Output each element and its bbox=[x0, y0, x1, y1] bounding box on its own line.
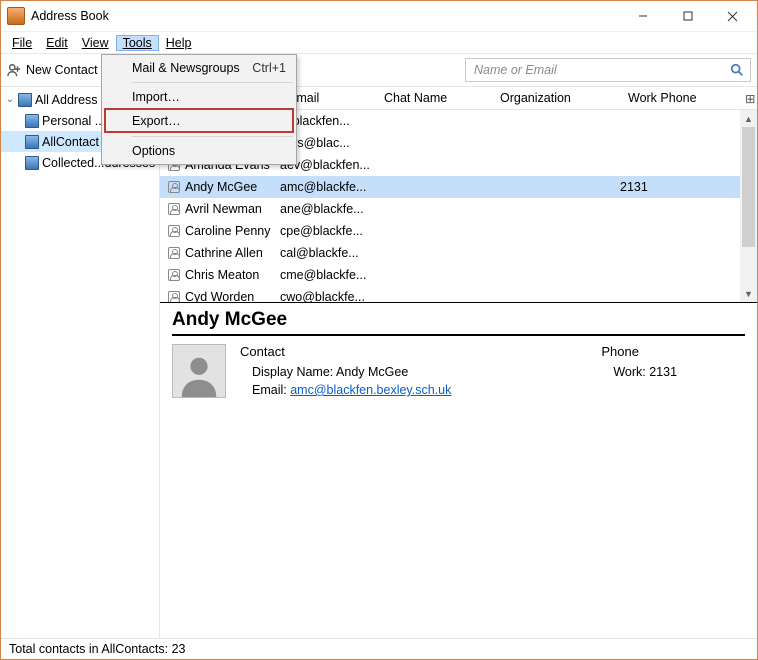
contact-heading: Contact bbox=[240, 344, 451, 359]
window-controls bbox=[620, 2, 755, 31]
tree-label: All Address B bbox=[35, 93, 109, 107]
col-org[interactable]: Organization bbox=[492, 91, 620, 105]
person-icon bbox=[168, 181, 180, 193]
col-phone[interactable]: Work Phone bbox=[620, 91, 737, 105]
menu-import[interactable]: Import… bbox=[104, 86, 294, 108]
minimize-button[interactable] bbox=[620, 2, 665, 31]
divider bbox=[172, 334, 745, 336]
menu-tools[interactable]: Tools bbox=[116, 35, 159, 51]
phone-info: Phone Work: 2131 bbox=[601, 344, 677, 399]
main-panel: Name Email Chat Name Organization Work P… bbox=[160, 87, 757, 638]
menubar: File Edit View Tools Help bbox=[1, 32, 757, 54]
person-icon bbox=[168, 269, 180, 281]
scroll-thumb[interactable] bbox=[742, 127, 755, 247]
cell-name: Avril Newman bbox=[185, 202, 262, 216]
scroll-up-icon[interactable]: ▲ bbox=[740, 110, 757, 127]
cell-name: Chris Meaton bbox=[185, 268, 259, 282]
menu-separator bbox=[132, 136, 293, 137]
person-icon bbox=[168, 203, 180, 215]
menu-help[interactable]: Help bbox=[159, 35, 199, 51]
menu-options[interactable]: Options bbox=[104, 140, 294, 162]
add-contact-icon bbox=[7, 63, 21, 77]
cell-name: Cathrine Allen bbox=[185, 246, 263, 260]
expand-icon[interactable]: ⌄ bbox=[5, 94, 15, 105]
menu-view[interactable]: View bbox=[75, 35, 116, 51]
table-row[interactable]: Chris Meaton cme@blackfe... bbox=[160, 264, 757, 286]
status-text: Total contacts in AllContacts: 23 bbox=[9, 642, 185, 656]
cell-name: Cyd Worden bbox=[185, 290, 254, 303]
book-icon bbox=[18, 93, 32, 107]
app-window: Address Book File Edit View Tools Help M… bbox=[0, 0, 758, 660]
scroll-down-icon[interactable]: ▼ bbox=[740, 285, 757, 302]
sidebar: ⌄ All Address B Personal ... AllContact … bbox=[1, 87, 160, 638]
table-row[interactable]: Andy McGee amc@blackfe... 2131 bbox=[160, 176, 757, 198]
book-icon bbox=[25, 114, 39, 128]
cell-email: cal@blackfe... bbox=[280, 246, 376, 260]
cell-name: Caroline Penny bbox=[185, 224, 270, 238]
close-button[interactable] bbox=[710, 2, 755, 31]
cell-email: amc@blackfe... bbox=[280, 180, 376, 194]
menu-export[interactable]: Export… bbox=[104, 108, 294, 133]
table-row[interactable]: Avril Newman ane@blackfe... bbox=[160, 198, 757, 220]
avatar bbox=[172, 344, 226, 398]
detail-title: Andy McGee bbox=[172, 309, 745, 331]
contact-info: Contact Display Name: Andy McGee Email: … bbox=[240, 344, 451, 399]
window-title: Address Book bbox=[31, 9, 109, 23]
cell-email: cpe@blackfe... bbox=[280, 224, 376, 238]
menu-mail-newsgroups[interactable]: Mail & NewsgroupsCtrl+1 bbox=[104, 57, 294, 79]
new-contact-button[interactable]: New Contact bbox=[7, 63, 98, 77]
email-line: Email: amc@blackfen.bexley.sch.uk bbox=[240, 381, 451, 399]
col-chat[interactable]: Chat Name bbox=[376, 91, 492, 105]
cell-email: cwo@blackfe... bbox=[280, 290, 376, 303]
table-row[interactable]: Cathrine Allen cal@blackfe... bbox=[160, 242, 757, 264]
person-icon bbox=[168, 291, 180, 303]
menu-separator bbox=[132, 82, 293, 83]
cell-email: cme@blackfe... bbox=[280, 268, 376, 282]
avatar-silhouette-icon bbox=[176, 351, 222, 397]
menu-file[interactable]: File bbox=[5, 35, 39, 51]
main-body: ⌄ All Address B Personal ... AllContact … bbox=[1, 87, 757, 638]
tools-dropdown: Mail & NewsgroupsCtrl+1 Import… Export… … bbox=[101, 54, 297, 165]
display-name: Display Name: Andy McGee bbox=[240, 363, 451, 381]
person-icon bbox=[168, 247, 180, 259]
table-row[interactable]: Caroline Penny cpe@blackfe... bbox=[160, 220, 757, 242]
column-picker-icon[interactable]: ⊞ bbox=[737, 91, 757, 106]
person-icon bbox=[168, 225, 180, 237]
phone-heading: Phone bbox=[601, 344, 677, 359]
cell-email: ane@blackfe... bbox=[280, 202, 376, 216]
tree-label: Personal ... bbox=[42, 114, 105, 128]
book-icon bbox=[25, 156, 39, 170]
detail-pane: Andy McGee Contact Display Name: Andy Mc… bbox=[160, 303, 757, 638]
titlebar: Address Book bbox=[1, 1, 757, 32]
work-phone: Work: 2131 bbox=[601, 363, 677, 381]
cell-phone: 2131 bbox=[620, 180, 757, 194]
scrollbar[interactable]: ▲ ▼ bbox=[740, 110, 757, 302]
search-input[interactable] bbox=[472, 62, 730, 78]
table-row[interactable]: Cyd Worden cwo@blackfe... bbox=[160, 286, 757, 303]
maximize-button[interactable] bbox=[665, 2, 710, 31]
menu-edit[interactable]: Edit bbox=[39, 35, 75, 51]
search-icon bbox=[730, 63, 744, 77]
app-icon bbox=[7, 7, 25, 25]
cell-name: Andy McGee bbox=[185, 180, 257, 194]
email-link[interactable]: amc@blackfen.bexley.sch.uk bbox=[290, 383, 451, 397]
search-box[interactable] bbox=[465, 58, 751, 82]
tree-label: AllContact bbox=[42, 135, 99, 149]
statusbar: Total contacts in AllContacts: 23 bbox=[1, 638, 757, 659]
book-icon bbox=[25, 135, 39, 149]
